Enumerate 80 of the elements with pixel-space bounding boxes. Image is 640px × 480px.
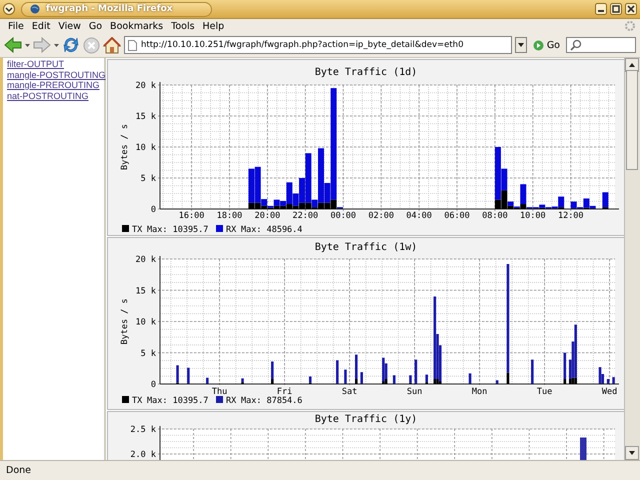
throbber-icon [624,20,636,32]
axis-tick-label: 22:00 [292,211,318,221]
axis-tick-label: Fri [276,387,292,397]
menu-item[interactable]: Help [198,20,228,32]
legend-label: TX [132,396,142,406]
axis-tick-label: 08:00 [482,211,508,221]
legend-value: Max: 10395.7 [147,225,208,235]
axis-tick-label: 20 k [136,255,156,265]
axis-tick-label: 5 k [140,348,156,359]
menu-item[interactable]: File [4,20,28,32]
address-field[interactable]: http://10.10.10.251/fwgraph/fwgraph.php?action=ip_byte_detail&dev=eth0 [124,36,512,54]
window-menu-icon[interactable] [3,3,15,15]
close-button[interactable] [625,3,637,15]
menu-item[interactable]: Go [84,20,106,32]
legend-value: Max: 10395.7 [147,396,208,406]
axis-tick-label: 16:00 [178,211,204,221]
minimize-button[interactable] [595,3,607,15]
chart-title: Byte Traffic (1y) [314,414,418,425]
axis-tick-label: 2.0 k [130,450,156,460]
axis-tick-label: 20:00 [254,211,280,221]
axis-tick-label: 10:00 [520,211,546,221]
maximize-button[interactable] [610,3,622,15]
menu-item[interactable]: Tools [167,20,199,32]
axis-label: Bytes / s [120,124,130,170]
menu-item[interactable]: View [54,20,85,32]
globe-icon [30,4,40,14]
menu-item[interactable]: Bookmarks [106,20,168,32]
search-field[interactable] [566,37,636,53]
axis-tick-label: 00:00 [330,211,356,221]
axis-tick-label: 04:00 [406,211,432,221]
axis-tick-label: Thu [212,387,228,397]
dropdown-button[interactable] [514,37,527,53]
axis-tick-label: 10 k [136,318,156,328]
go-button[interactable]: Go [530,40,563,50]
axis-tick-label: 10 k [136,143,156,153]
axis-tick-label: Sat [342,387,358,397]
chart-title: Byte Traffic (1w) [314,242,418,253]
axis-tick-label: 20 k [136,81,156,91]
legend-label: TX [132,225,142,235]
axis-tick-label: Sun [406,387,422,397]
scroll-thumb[interactable] [626,70,638,170]
axis-tick-label: Wed [602,387,618,397]
sidebar-link[interactable]: filter-OUTPUT [7,59,64,70]
axis-tick-label: 2.5 k [130,425,156,435]
home-icon[interactable] [103,36,121,54]
sidebar-link[interactable]: mangle-PREROUTING [7,80,100,90]
axis-tick-label: Mon [472,387,488,397]
window-title: fwgraph - Mozilla Firefox [46,4,173,14]
sidebar-link[interactable]: mangle-POSTROUTING [7,70,106,80]
legend-label: RX [226,396,236,406]
menu-item[interactable]: Edit [28,20,54,32]
scroll-down-button[interactable] [625,446,639,460]
status-text: Done [6,465,31,476]
chart-title: Byte Traffic (1d) [314,67,418,78]
legend-value: Max: 48596.4 [241,225,302,235]
sidebar-link[interactable]: nat-POSTROUTING [7,90,89,101]
back-arrow-icon[interactable] [4,37,22,53]
reload-icon[interactable] [62,36,80,54]
axis-label: Bytes / s [120,298,130,345]
legend-label: RX [226,225,236,235]
caret-icon [629,63,635,67]
axis-tick-label: 02:00 [368,211,394,221]
legend-value: Max: 87854.6 [241,396,302,406]
axis-tick-label: 12:00 [558,211,584,221]
caret-icon [518,43,524,47]
caret-icon [629,451,635,455]
search-icon [569,39,583,51]
axis-tick-label: 0 [150,205,156,215]
scrollbar[interactable] [624,58,640,460]
go-icon [532,40,544,50]
page-icon [128,40,137,50]
axis-tick-label: 0 [150,380,156,390]
axis-tick-label: 15 k [136,286,156,296]
caret-icon[interactable] [25,44,30,46]
caret-icon[interactable] [54,44,59,46]
axis-tick-label: 06:00 [444,211,470,221]
axis-tick-label: 5 k [140,174,156,184]
axis-tick-label: 18:00 [216,211,242,221]
axis-tick-label: Tue [536,387,552,397]
axis-tick-label: 15 k [136,112,156,122]
